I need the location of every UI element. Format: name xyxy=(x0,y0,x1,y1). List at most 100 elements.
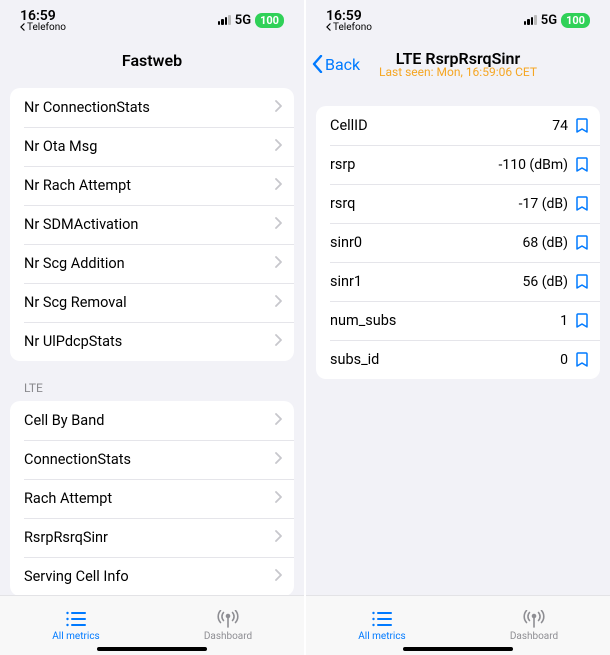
list-item[interactable]: Nr Rach Attempt xyxy=(10,166,294,205)
page-title: Fastweb xyxy=(122,51,182,70)
chevron-right-icon xyxy=(275,217,282,233)
home-indicator[interactable] xyxy=(97,647,207,651)
list-item[interactable]: Nr SDMActivation xyxy=(10,205,294,244)
tab-label: Dashboard xyxy=(510,631,558,642)
metric-value: 1 xyxy=(560,313,568,329)
tab-label: All metrics xyxy=(52,631,99,642)
list-item[interactable]: ConnectionStats xyxy=(10,440,294,479)
list-item-label: Nr Scg Addition xyxy=(24,255,125,272)
chevron-right-icon xyxy=(275,569,282,585)
bookmark-icon[interactable] xyxy=(576,274,588,290)
metric-key: subs_id xyxy=(330,351,379,368)
chevron-right-icon xyxy=(275,256,282,272)
tab-label: Dashboard xyxy=(204,631,252,642)
list-item-label: Nr UlPdcpStats xyxy=(24,333,122,350)
tab-bar: All metrics Dashboard xyxy=(306,595,610,655)
antenna-icon xyxy=(522,609,546,629)
metric-row: sinr1 56 (dB) xyxy=(316,262,600,301)
bookmark-icon[interactable] xyxy=(576,313,588,329)
metric-row: rsrp -110 (dBm) xyxy=(316,145,600,184)
bookmark-icon[interactable] xyxy=(576,235,588,251)
metric-value: 68 (dB) xyxy=(523,235,569,251)
chevron-right-icon xyxy=(275,491,282,507)
chevron-right-icon xyxy=(275,452,282,468)
list-item-label: Serving Cell Info xyxy=(24,568,129,585)
metric-row: rsrq -17 (dB) xyxy=(316,184,600,223)
metric-key: sinr1 xyxy=(330,273,362,290)
metric-value: -17 (dB) xyxy=(519,196,568,212)
tab-label: All metrics xyxy=(358,631,405,642)
list-item-label: Nr Ota Msg xyxy=(24,138,97,155)
bookmark-icon[interactable] xyxy=(576,196,588,212)
chevron-left-icon xyxy=(312,55,323,73)
group-nr: Nr ConnectionStats Nr Ota Msg Nr Rach Atte… xyxy=(10,88,294,361)
back-button[interactable]: Back xyxy=(312,55,360,74)
metric-value: 56 (dB) xyxy=(523,274,569,290)
metric-key: rsrq xyxy=(330,195,355,212)
chevron-right-icon xyxy=(275,139,282,155)
network-label: 5G xyxy=(541,13,557,28)
battery-icon: 100 xyxy=(255,13,284,28)
list-item-label: RsrpRsrqSinr xyxy=(24,529,108,546)
group-metrics: CellID 74 rsrp -110 (dBm) rsrq -17 (dB) sinr0 6… xyxy=(316,106,600,379)
metric-row: subs_id 0 xyxy=(316,340,600,379)
metric-row: sinr0 68 (dB) xyxy=(316,223,600,262)
antenna-icon xyxy=(216,609,240,629)
chevron-right-icon xyxy=(275,413,282,429)
metric-key: sinr0 xyxy=(330,234,362,251)
group-lte: Cell By Band ConnectionStats Rach Attempt R… xyxy=(10,401,294,595)
status-bar: 16:59 Telefono 5G 100 xyxy=(0,0,304,40)
signal-icon xyxy=(524,15,537,25)
bookmark-icon[interactable] xyxy=(576,118,588,134)
status-back-app[interactable]: Telefono xyxy=(20,22,66,33)
nav-header: Back LTE RsrpRsrqSinr Last seen: Mon, 16… xyxy=(306,40,610,88)
page-subtitle: Last seen: Mon, 16:59:06 CET xyxy=(379,65,537,79)
battery-icon: 100 xyxy=(561,13,590,28)
list-item[interactable]: Rach Attempt xyxy=(10,479,294,518)
chevron-right-icon xyxy=(275,295,282,311)
chevron-right-icon xyxy=(275,100,282,116)
list-item[interactable]: Nr Scg Removal xyxy=(10,283,294,322)
list-icon xyxy=(370,609,394,629)
list-icon xyxy=(64,609,88,629)
phone-right: 16:59 Telefono 5G 100 Back LTE RsrpRsrqS… xyxy=(306,0,610,655)
metric-row: num_subs 1 xyxy=(316,301,600,340)
metric-value: 0 xyxy=(560,352,568,368)
chevron-right-icon xyxy=(275,334,282,350)
bookmark-icon[interactable] xyxy=(576,157,588,173)
list-item-label: Nr ConnectionStats xyxy=(24,99,150,116)
home-indicator[interactable] xyxy=(403,647,513,651)
list-item[interactable]: Nr ConnectionStats xyxy=(10,88,294,127)
section-label-lte: LTE xyxy=(10,381,294,401)
list-item[interactable]: Cell By Band xyxy=(10,401,294,440)
status-back-app[interactable]: Telefono xyxy=(326,22,372,33)
list-item-label: Nr Rach Attempt xyxy=(24,177,131,194)
list-item-label: ConnectionStats xyxy=(24,451,131,468)
bookmark-icon[interactable] xyxy=(576,352,588,368)
tab-bar: All metrics Dashboard xyxy=(0,595,304,655)
list-item-label: Nr Scg Removal xyxy=(24,294,127,311)
nav-header: Fastweb xyxy=(0,40,304,80)
metric-key: CellID xyxy=(330,117,368,134)
chevron-right-icon xyxy=(275,530,282,546)
list-item-label: Cell By Band xyxy=(24,412,104,429)
list-item-label: Nr SDMActivation xyxy=(24,216,138,233)
status-bar: 16:59 Telefono 5G 100 xyxy=(306,0,610,40)
list-item[interactable]: RsrpRsrqSinr xyxy=(10,518,294,557)
metric-key: rsrp xyxy=(330,156,355,173)
list-item[interactable]: Nr UlPdcpStats xyxy=(10,322,294,361)
content-scroll[interactable]: CellID 74 rsrp -110 (dBm) rsrq -17 (dB) sinr0 6… xyxy=(306,88,610,595)
chevron-right-icon xyxy=(275,178,282,194)
content-scroll[interactable]: Nr ConnectionStats Nr Ota Msg Nr Rach Atte… xyxy=(0,80,304,595)
metric-key: num_subs xyxy=(330,312,396,329)
network-label: 5G xyxy=(235,13,251,28)
metric-row: CellID 74 xyxy=(316,106,600,145)
list-item[interactable]: Serving Cell Info xyxy=(10,557,294,595)
list-item[interactable]: Nr Ota Msg xyxy=(10,127,294,166)
list-item[interactable]: Nr Scg Addition xyxy=(10,244,294,283)
phone-left: 16:59 Telefono 5G 100 Fastweb Nr Connect… xyxy=(0,0,304,655)
metric-value: 74 xyxy=(552,118,568,134)
signal-icon xyxy=(218,15,231,25)
list-item-label: Rach Attempt xyxy=(24,490,112,507)
metric-value: -110 (dBm) xyxy=(498,157,568,173)
